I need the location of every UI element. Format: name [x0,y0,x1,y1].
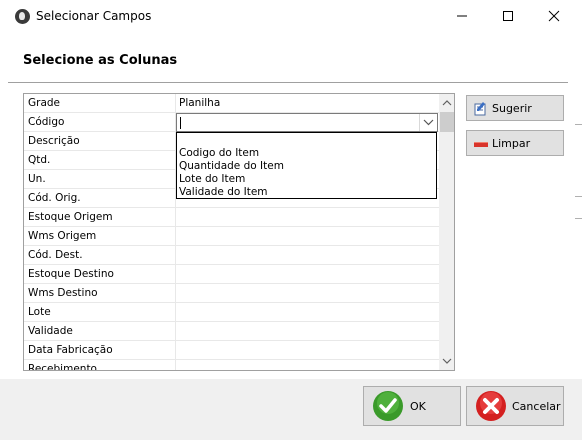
dropdown-option[interactable]: Validade do Item [179,186,268,198]
dropdown-option[interactable]: Quantidade do Item [179,160,284,172]
scrollbar-thumb[interactable] [440,112,454,132]
grid-header-row: Grade Planilha [24,94,439,113]
field-name: Cód. Dest. [28,249,83,261]
vertical-scrollbar[interactable] [439,94,454,370]
clear-label: Limpar [492,137,531,150]
close-button[interactable] [531,0,577,32]
field-name: Validade [28,325,73,337]
background-edge [575,218,582,219]
maximize-button[interactable] [485,0,531,32]
ok-button[interactable]: OK [363,386,461,426]
chevron-up-icon [442,100,452,106]
maximize-icon [503,11,513,21]
column-divider [175,246,176,265]
column-header-grade: Grade [28,97,61,109]
field-name: Recebimento [28,363,97,371]
page-title: Selecione as Colunas [23,53,178,68]
column-divider [175,208,176,227]
scroll-up-button[interactable] [439,94,454,111]
field-name: Estoque Origem [28,211,113,223]
eraser-icon [474,142,488,147]
ok-label: OK [410,400,426,413]
app-icon [15,9,30,24]
column-divider [175,94,176,113]
column-divider [175,360,176,370]
table-row[interactable]: Lote [24,303,439,322]
table-row[interactable]: Recebimento [24,360,439,371]
table-row[interactable]: Validade [24,322,439,341]
field-name: Un. [28,173,46,185]
column-divider [175,284,176,303]
combo-dropdown-button[interactable] [419,114,437,131]
suggest-button[interactable]: Sugerir [466,95,564,121]
table-row[interactable]: Estoque Origem [24,208,439,227]
scroll-down-button[interactable] [439,353,454,370]
column-divider [175,341,176,360]
cancel-label: Cancelar [512,400,561,413]
window-title: Selecionar Campos [36,9,152,23]
chevron-down-icon [442,358,452,364]
field-name: Código [28,116,65,128]
field-name: Wms Origem [28,230,97,242]
column-header-planilha: Planilha [179,97,221,109]
field-name: Cód. Orig. [28,192,81,204]
field-name: Estoque Destino [28,268,114,280]
field-name: Data Fabricação [28,344,113,356]
cancel-button[interactable]: Cancelar [466,386,564,426]
combo-dropdown-list[interactable]: Codigo do Item Quantidade do Item Lote d… [176,132,437,199]
table-row[interactable]: Wms Destino [24,284,439,303]
minimize-button[interactable] [439,0,485,32]
dialog-footer: OK Cancelar [0,379,582,440]
title-bar: Selecionar Campos [0,0,582,32]
header-divider [8,82,568,83]
column-divider [175,265,176,284]
planilha-combobox[interactable] [176,113,438,132]
field-name: Descrição [28,135,80,147]
table-row[interactable]: Data Fabricação [24,341,439,360]
field-name: Lote [28,306,51,318]
dropdown-option[interactable]: Codigo do Item [179,147,259,159]
table-row[interactable]: Estoque Destino [24,265,439,284]
column-divider [175,303,176,322]
text-caret [180,117,181,129]
field-name: Qtd. [28,154,51,166]
check-icon [373,391,403,421]
chevron-down-icon [423,119,434,126]
table-row[interactable]: Wms Origem [24,227,439,246]
column-divider [175,322,176,341]
suggest-label: Sugerir [492,102,532,115]
background-edge [575,124,582,125]
cancel-x-icon [476,391,506,421]
background-edge [575,196,582,197]
table-row[interactable]: Cód. Dest. [24,246,439,265]
wand-icon [474,102,486,116]
column-divider [175,227,176,246]
close-icon [548,10,560,22]
minimize-icon [457,15,467,17]
clear-button[interactable]: Limpar [466,130,564,156]
dropdown-option[interactable]: Lote do Item [179,173,245,185]
field-name: Wms Destino [28,287,98,299]
